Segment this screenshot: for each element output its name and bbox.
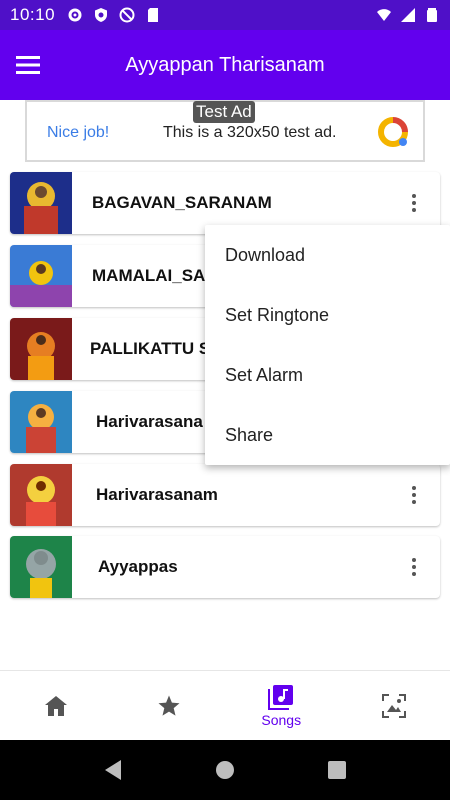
song-thumbnail [10, 172, 72, 234]
more-options-button[interactable] [402, 555, 426, 579]
home-circle-icon [216, 761, 234, 779]
star-icon [158, 695, 180, 716]
system-icons [376, 7, 440, 23]
menu-item-set-alarm[interactable]: Set Alarm [205, 345, 450, 405]
ad-nice-job-text: Nice job! [47, 124, 110, 141]
song-title: MAMALAI_SA [92, 266, 206, 285]
menu-item-download[interactable]: Download [205, 225, 450, 285]
song-title: BAGAVAN_SARANAM [92, 193, 272, 212]
nav-gallery[interactable] [338, 671, 450, 740]
nav-songs-label: Songs [261, 711, 302, 728]
nav-home[interactable] [0, 671, 113, 740]
song-options-popup-menu: Download Set Ringtone Set Alarm Share [205, 225, 450, 465]
song-title: Ayyappas [98, 557, 178, 576]
song-title: Harivarasanam [96, 485, 218, 504]
status-time: 10:10 [10, 5, 56, 24]
song-card[interactable]: Ayyappas [10, 536, 440, 598]
ad-logo-icon [378, 117, 408, 147]
sd-card-icon [148, 8, 159, 22]
song-thumbnail [10, 245, 72, 307]
song-thumbnail [10, 536, 72, 598]
signal-icon [401, 8, 415, 22]
nav-favorites[interactable] [113, 671, 226, 740]
home-icon [45, 695, 68, 716]
ad-banner[interactable]: Test Ad Nice job! This is a 320x50 test … [25, 100, 425, 162]
song-title: PALLIKATTU S [90, 339, 211, 358]
more-options-button[interactable] [402, 191, 426, 215]
recents-square-icon [328, 761, 346, 779]
ad-description: This is a 320x50 test ad. [163, 124, 337, 141]
menu-item-share[interactable]: Share [205, 405, 450, 465]
recents-button[interactable] [281, 760, 393, 780]
menu-button[interactable] [0, 37, 56, 93]
system-navigation-bar [0, 740, 450, 800]
more-options-button[interactable] [402, 483, 426, 507]
app-bar: Ayyappan Tharisanam [0, 30, 450, 100]
music-library-icon [268, 684, 294, 710]
nav-songs[interactable]: Songs [225, 671, 338, 740]
song-thumbnail [10, 318, 72, 380]
song-card[interactable]: Harivarasanam [10, 464, 440, 526]
app-title: Ayyappan Tharisanam [125, 53, 325, 76]
back-triangle-icon [105, 760, 121, 780]
song-thumbnail [10, 391, 72, 453]
hamburger-menu-icon [16, 56, 40, 74]
battery-icon [427, 8, 437, 22]
settings-gear-icon [68, 8, 82, 22]
back-button[interactable] [57, 759, 169, 781]
menu-item-set-ringtone[interactable]: Set Ringtone [205, 285, 450, 345]
notification-icons [67, 7, 161, 23]
song-title: Harivarasana [96, 412, 203, 431]
song-thumbnail [10, 464, 72, 526]
blocked-at-icon [119, 7, 135, 23]
home-button[interactable] [169, 759, 281, 781]
gallery-icon [381, 693, 406, 718]
test-ad-label: Test Ad [193, 101, 255, 123]
wifi-icon [377, 9, 391, 21]
shield-icon [95, 8, 108, 22]
status-bar: 10:10 [0, 0, 450, 30]
bottom-navigation: Songs [0, 670, 450, 740]
